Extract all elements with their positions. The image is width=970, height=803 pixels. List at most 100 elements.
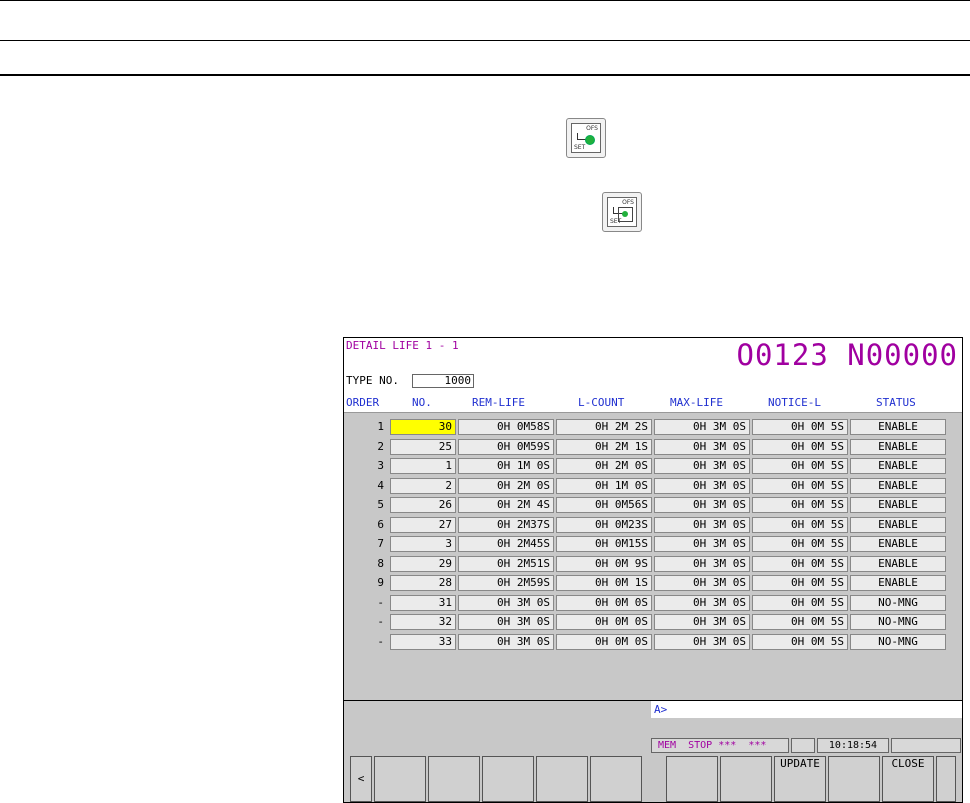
- no-cell[interactable]: 25: [390, 438, 456, 455]
- order-cell: 3: [377, 459, 384, 472]
- rem-cell[interactable]: 0H 2M 4S: [458, 497, 554, 513]
- rem-cell[interactable]: 0H 3M 0S: [458, 614, 554, 630]
- softkey-left-arrow[interactable]: <: [350, 756, 372, 802]
- update-button[interactable]: UPDATE: [774, 756, 826, 802]
- rem-cell[interactable]: 0H 0M59S: [458, 438, 554, 455]
- rem-cell[interactable]: 0H 2M45S: [458, 536, 554, 552]
- notice-cell[interactable]: 0H 0M 5S: [752, 575, 848, 591]
- lcount-cell[interactable]: 0H 0M 0S: [556, 614, 652, 630]
- no-cell[interactable]: 32: [390, 614, 456, 630]
- no-cell[interactable]: 29: [390, 555, 456, 572]
- lcount-cell[interactable]: 0H 0M 9S: [556, 555, 652, 572]
- lcount-cell[interactable]: 0H 1M 0S: [556, 477, 652, 494]
- lcount-cell[interactable]: 0H 0M56S: [556, 497, 652, 513]
- notice-cell[interactable]: 0H 0M 5S: [752, 497, 848, 513]
- lcount-cell[interactable]: 0H 0M15S: [556, 536, 652, 552]
- max-cell[interactable]: 0H 3M 0S: [654, 594, 750, 611]
- status-cell[interactable]: NO-MNG: [850, 594, 946, 611]
- notice-cell[interactable]: 0H 0M 5S: [752, 536, 848, 552]
- softkey-2[interactable]: [428, 756, 480, 802]
- lcount-cell[interactable]: 0H 2M 2S: [556, 419, 652, 435]
- order-cell: 6: [377, 517, 384, 531]
- status-cell[interactable]: ENABLE: [850, 438, 946, 455]
- max-cell[interactable]: 0H 3M 0S: [654, 438, 750, 455]
- softkey-7[interactable]: [720, 756, 772, 802]
- notice-cell[interactable]: 0H 0M 5S: [752, 477, 848, 494]
- rem-cell[interactable]: 0H 2M59S: [458, 575, 554, 591]
- table-row: 7 3 0H 2M45S 0H 0M15S 0H 3M 0S 0H 0M 5S ENABLE: [344, 535, 962, 553]
- rem-cell[interactable]: 0H 0M58S: [458, 419, 554, 435]
- lcount-cell[interactable]: 0H 0M 0S: [556, 594, 652, 611]
- status-cell[interactable]: ENABLE: [850, 477, 946, 494]
- rem-cell[interactable]: 0H 2M37S: [458, 516, 554, 533]
- order-cell: 4: [377, 478, 384, 492]
- rem-cell[interactable]: 0H 3M 0S: [458, 633, 554, 650]
- max-cell[interactable]: 0H 3M 0S: [654, 477, 750, 494]
- max-cell[interactable]: 0H 3M 0S: [654, 555, 750, 572]
- notice-cell[interactable]: 0H 0M 5S: [752, 633, 848, 650]
- status-cell[interactable]: ENABLE: [850, 516, 946, 533]
- max-cell[interactable]: 0H 3M 0S: [654, 458, 750, 474]
- max-cell[interactable]: 0H 3M 0S: [654, 497, 750, 513]
- status-cell[interactable]: ENABLE: [850, 555, 946, 572]
- key-input-line[interactable]: A>: [651, 701, 962, 718]
- softkey-4[interactable]: [536, 756, 588, 802]
- table-header: ORDER NO. REM-LIFE L-COUNT MAX-LIFE NOTI…: [344, 390, 962, 413]
- clock: 10:18:54: [817, 738, 889, 753]
- status-cell[interactable]: ENABLE: [850, 458, 946, 474]
- rem-cell[interactable]: 0H 2M 0S: [458, 477, 554, 494]
- softkey-right[interactable]: [936, 756, 956, 802]
- max-cell[interactable]: 0H 3M 0S: [654, 633, 750, 650]
- no-cell[interactable]: 33: [390, 633, 456, 650]
- max-cell[interactable]: 0H 3M 0S: [654, 516, 750, 533]
- lcount-cell[interactable]: 0H 2M 0S: [556, 458, 652, 474]
- notice-cell[interactable]: 0H 0M 5S: [752, 438, 848, 455]
- no-cell[interactable]: 30: [390, 419, 456, 435]
- no-cell[interactable]: 27: [390, 516, 456, 533]
- max-cell[interactable]: 0H 3M 0S: [654, 575, 750, 591]
- cnc-screen: DETAIL LIFE 1 - 1 O0123 N00000 TYPE NO. …: [343, 337, 963, 803]
- no-cell[interactable]: 3: [390, 536, 456, 552]
- notice-cell[interactable]: 0H 0M 5S: [752, 555, 848, 572]
- lcount-cell[interactable]: 0H 0M 1S: [556, 575, 652, 591]
- notice-cell[interactable]: 0H 0M 5S: [752, 516, 848, 533]
- status-cell[interactable]: NO-MNG: [850, 633, 946, 650]
- rem-cell[interactable]: 0H 2M51S: [458, 555, 554, 572]
- no-cell[interactable]: 26: [390, 497, 456, 513]
- no-cell[interactable]: 28: [390, 575, 456, 591]
- no-cell[interactable]: 2: [390, 477, 456, 494]
- order-cell: -: [377, 595, 384, 609]
- notice-cell[interactable]: 0H 0M 5S: [752, 614, 848, 630]
- status-cell[interactable]: ENABLE: [850, 419, 946, 435]
- type-no-value[interactable]: 1000: [412, 374, 474, 388]
- softkey-9[interactable]: [828, 756, 880, 802]
- softkey-1[interactable]: [374, 756, 426, 802]
- order-cell: 2: [377, 439, 384, 453]
- status-cell[interactable]: NO-MNG: [850, 614, 946, 630]
- notice-cell[interactable]: 0H 0M 5S: [752, 594, 848, 611]
- rem-cell[interactable]: 0H 1M 0S: [458, 458, 554, 474]
- status-cell[interactable]: ENABLE: [850, 536, 946, 552]
- notice-cell[interactable]: 0H 0M 5S: [752, 458, 848, 474]
- table-row: 8 29 0H 2M51S 0H 0M 9S 0H 3M 0S 0H 0M 5S ENABL…: [344, 555, 962, 573]
- no-cell[interactable]: 31: [390, 594, 456, 611]
- notice-cell[interactable]: 0H 0M 5S: [752, 419, 848, 435]
- status-bar: MEM STOP *** *** 10:18:54: [651, 738, 962, 754]
- table-row: -32 0H 3M 0S 0H 0M 0S 0H 3M 0S 0H 0M 5S NO-MN…: [344, 613, 962, 631]
- table-row: 2 25 0H 0M59S 0H 2M 1S 0H 3M 0S 0H 0M 5S ENABL…: [344, 438, 962, 456]
- softkey-6[interactable]: [666, 756, 718, 802]
- status-cell[interactable]: ENABLE: [850, 497, 946, 513]
- close-button[interactable]: CLOSE: [882, 756, 934, 802]
- title-bar: DETAIL LIFE 1 - 1 O0123 N00000: [344, 338, 962, 373]
- max-cell[interactable]: 0H 3M 0S: [654, 536, 750, 552]
- max-cell[interactable]: 0H 3M 0S: [654, 614, 750, 630]
- lcount-cell[interactable]: 0H 0M 0S: [556, 633, 652, 650]
- lcount-cell[interactable]: 0H 0M23S: [556, 516, 652, 533]
- no-cell[interactable]: 1: [390, 458, 456, 474]
- softkey-3[interactable]: [482, 756, 534, 802]
- status-cell[interactable]: ENABLE: [850, 575, 946, 591]
- max-cell[interactable]: 0H 3M 0S: [654, 419, 750, 435]
- softkey-5[interactable]: [590, 756, 642, 802]
- rem-cell[interactable]: 0H 3M 0S: [458, 594, 554, 611]
- lcount-cell[interactable]: 0H 2M 1S: [556, 438, 652, 455]
